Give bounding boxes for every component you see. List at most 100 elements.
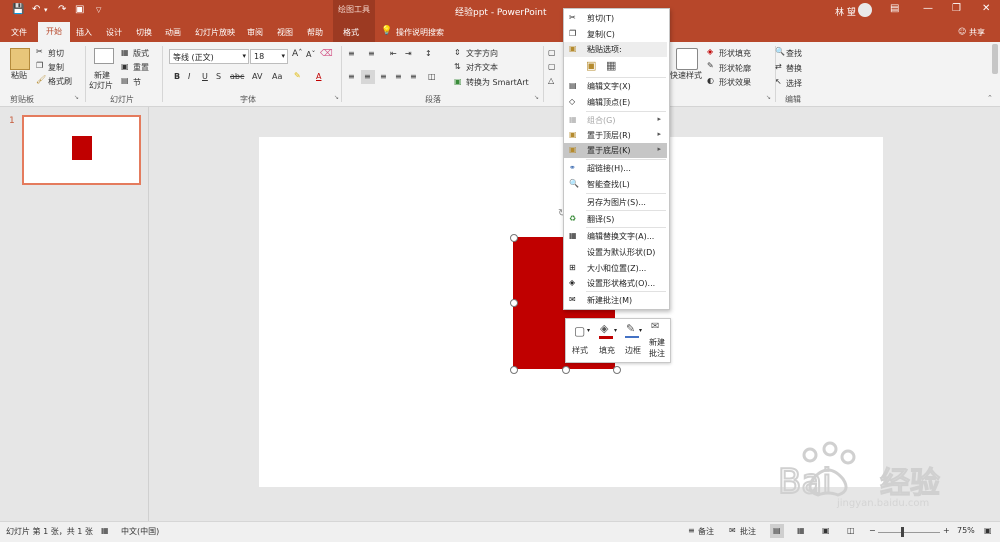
- tab-transitions[interactable]: 切换: [136, 27, 152, 38]
- increase-indent-icon[interactable]: ⇥: [405, 49, 412, 58]
- align-right-icon[interactable]: ≡: [380, 72, 387, 81]
- find-icon[interactable]: 🔍: [775, 47, 785, 56]
- shape-outline-icon[interactable]: ✎: [707, 61, 714, 70]
- menu-item-save-as-picture[interactable]: 另存为图片(S)...: [564, 195, 667, 210]
- align-center-icon[interactable]: ≡: [364, 72, 371, 81]
- outline-button[interactable]: 边框: [625, 345, 641, 356]
- tab-design[interactable]: 设计: [106, 27, 122, 38]
- reading-view-icon[interactable]: ▣: [822, 526, 830, 535]
- share-icon[interactable]: ☺: [958, 27, 966, 36]
- menu-item-size-and-position[interactable]: ⊞ 大小和位置(Z)...: [564, 261, 667, 276]
- clear-formatting-icon[interactable]: ⌫: [320, 49, 333, 59]
- menu-item-send-to-back[interactable]: ▣ 置于底层(K) ▸: [564, 143, 667, 158]
- fill-button[interactable]: 填充: [599, 345, 615, 356]
- smartart-icon[interactable]: ▣: [454, 77, 462, 86]
- bold-icon[interactable]: B: [174, 72, 180, 81]
- start-slideshow-icon[interactable]: ▣: [75, 4, 84, 15]
- menu-item-edit-text[interactable]: ▤ 编辑文字(X): [564, 79, 667, 94]
- shape-effects-icon[interactable]: ◐: [707, 76, 714, 85]
- collapse-ribbon-icon[interactable]: ⌃: [987, 94, 993, 102]
- tab-review[interactable]: 审阅: [247, 27, 263, 38]
- italic-icon[interactable]: I: [188, 72, 190, 81]
- decrease-indent-icon[interactable]: ⇤: [390, 49, 397, 58]
- paste-button[interactable]: 粘贴: [11, 70, 27, 81]
- ribbon-display-options-icon[interactable]: ▤: [890, 3, 899, 14]
- shadow-icon[interactable]: S: [216, 72, 221, 81]
- menu-item-format-shape[interactable]: ◈ 设置形状格式(O)...: [564, 276, 667, 291]
- align-left-icon[interactable]: ≡: [348, 72, 355, 81]
- cut-icon[interactable]: ✂: [36, 47, 43, 56]
- shape-outline-button[interactable]: 形状轮廓: [719, 63, 751, 74]
- font-launcher-icon[interactable]: ↘: [334, 94, 339, 101]
- columns-icon[interactable]: ◫: [428, 72, 436, 81]
- chevron-down-icon[interactable]: ▾: [242, 52, 246, 60]
- restore-icon[interactable]: ❐: [952, 3, 961, 14]
- save-icon[interactable]: 💾: [12, 4, 24, 15]
- menu-item-translate[interactable]: ♻ 翻译(S): [564, 212, 667, 227]
- redo-icon[interactable]: ↷: [58, 4, 66, 15]
- shapes-gallery-icon[interactable]: △: [548, 76, 554, 85]
- share-button[interactable]: 共享: [969, 27, 985, 38]
- menu-item-smart-lookup[interactable]: 🔍 智能查找(L): [564, 177, 667, 192]
- avatar[interactable]: [858, 3, 872, 17]
- distributed-icon[interactable]: ≡: [410, 72, 417, 81]
- section-icon[interactable]: ▤: [121, 76, 129, 85]
- menu-item-bring-to-front[interactable]: ▣ 置于顶层(R) ▸: [564, 128, 667, 143]
- fill-bucket-icon[interactable]: ◈: [600, 322, 608, 335]
- drawing-launcher-icon[interactable]: ↘: [766, 94, 771, 101]
- resize-handle[interactable]: [510, 299, 518, 307]
- resize-handle[interactable]: [510, 234, 518, 242]
- quick-styles-button[interactable]: 快速样式: [670, 70, 702, 81]
- character-spacing-icon[interactable]: AV: [252, 72, 262, 81]
- shape-fill-icon[interactable]: ◈: [707, 47, 713, 56]
- normal-view-icon[interactable]: ▤: [773, 526, 781, 535]
- slide-thumbnail[interactable]: [22, 115, 141, 185]
- tab-file[interactable]: 文件: [11, 27, 27, 38]
- align-text-button[interactable]: 对齐文本: [466, 62, 498, 73]
- new-slide-icon[interactable]: [94, 48, 114, 64]
- tab-slideshow[interactable]: 幻灯片放映: [195, 27, 235, 38]
- highlight-color-icon[interactable]: ✎: [294, 71, 301, 80]
- shapes-gallery-icon[interactable]: ▢: [548, 62, 556, 71]
- comments-button[interactable]: 批注: [740, 526, 756, 537]
- increase-font-icon[interactable]: Aˆ: [292, 49, 303, 59]
- tab-help[interactable]: 帮助: [307, 27, 323, 38]
- text-direction-icon[interactable]: ⇕: [454, 48, 461, 57]
- underline-icon[interactable]: U: [202, 72, 208, 81]
- replace-icon[interactable]: ⇄: [775, 62, 782, 71]
- font-size-box[interactable]: 18 ▾: [250, 49, 288, 64]
- font-color-icon[interactable]: A: [316, 72, 321, 81]
- clipboard-launcher-icon[interactable]: ↘: [74, 94, 79, 101]
- zoom-slider-thumb[interactable]: [901, 527, 904, 537]
- close-icon[interactable]: ✕: [982, 3, 990, 14]
- new-comment-label-2[interactable]: 批注: [649, 348, 665, 359]
- pane-divider[interactable]: [148, 107, 149, 521]
- notes-icon[interactable]: ≡: [688, 526, 695, 535]
- menu-item-cut[interactable]: ✂ 剪切(T): [564, 11, 667, 26]
- language-status[interactable]: 中文(中国): [121, 526, 159, 537]
- copy-button[interactable]: 复制: [48, 62, 64, 73]
- menu-item-set-default-shape[interactable]: 设置为默认形状(D): [564, 245, 667, 260]
- tab-view[interactable]: 视图: [277, 27, 293, 38]
- smartart-button[interactable]: 转换为 SmartArt: [466, 77, 529, 88]
- minimize-icon[interactable]: —: [923, 3, 933, 14]
- menu-item-new-comment[interactable]: ✉ 新建批注(M): [564, 293, 667, 308]
- chevron-down-icon[interactable]: ▾: [614, 327, 617, 334]
- customize-quick-access-icon[interactable]: ▽: [96, 6, 101, 14]
- layout-icon[interactable]: ▦: [121, 48, 129, 57]
- zoom-in-icon[interactable]: +: [943, 526, 950, 535]
- paste-icon[interactable]: [10, 48, 30, 70]
- chevron-down-icon[interactable]: ▾: [587, 327, 590, 334]
- undo-icon[interactable]: ↶: [32, 4, 40, 15]
- font-name-box[interactable]: 等线 (正文) ▾: [169, 49, 249, 64]
- format-painter-icon[interactable]: 🖌: [36, 75, 46, 84]
- menu-item-edit-points[interactable]: ◇ 编辑顶点(E): [564, 95, 667, 110]
- replace-button[interactable]: 替换: [786, 63, 802, 74]
- slide-sorter-icon[interactable]: ▦: [797, 526, 805, 535]
- change-case-icon[interactable]: Aa: [272, 72, 282, 81]
- tab-insert[interactable]: 插入: [76, 27, 92, 38]
- strikethrough-icon[interactable]: abc: [230, 72, 244, 81]
- select-icon[interactable]: ↖: [775, 77, 782, 86]
- bullets-icon[interactable]: ≡: [348, 49, 355, 58]
- copy-icon[interactable]: ❐: [36, 61, 43, 70]
